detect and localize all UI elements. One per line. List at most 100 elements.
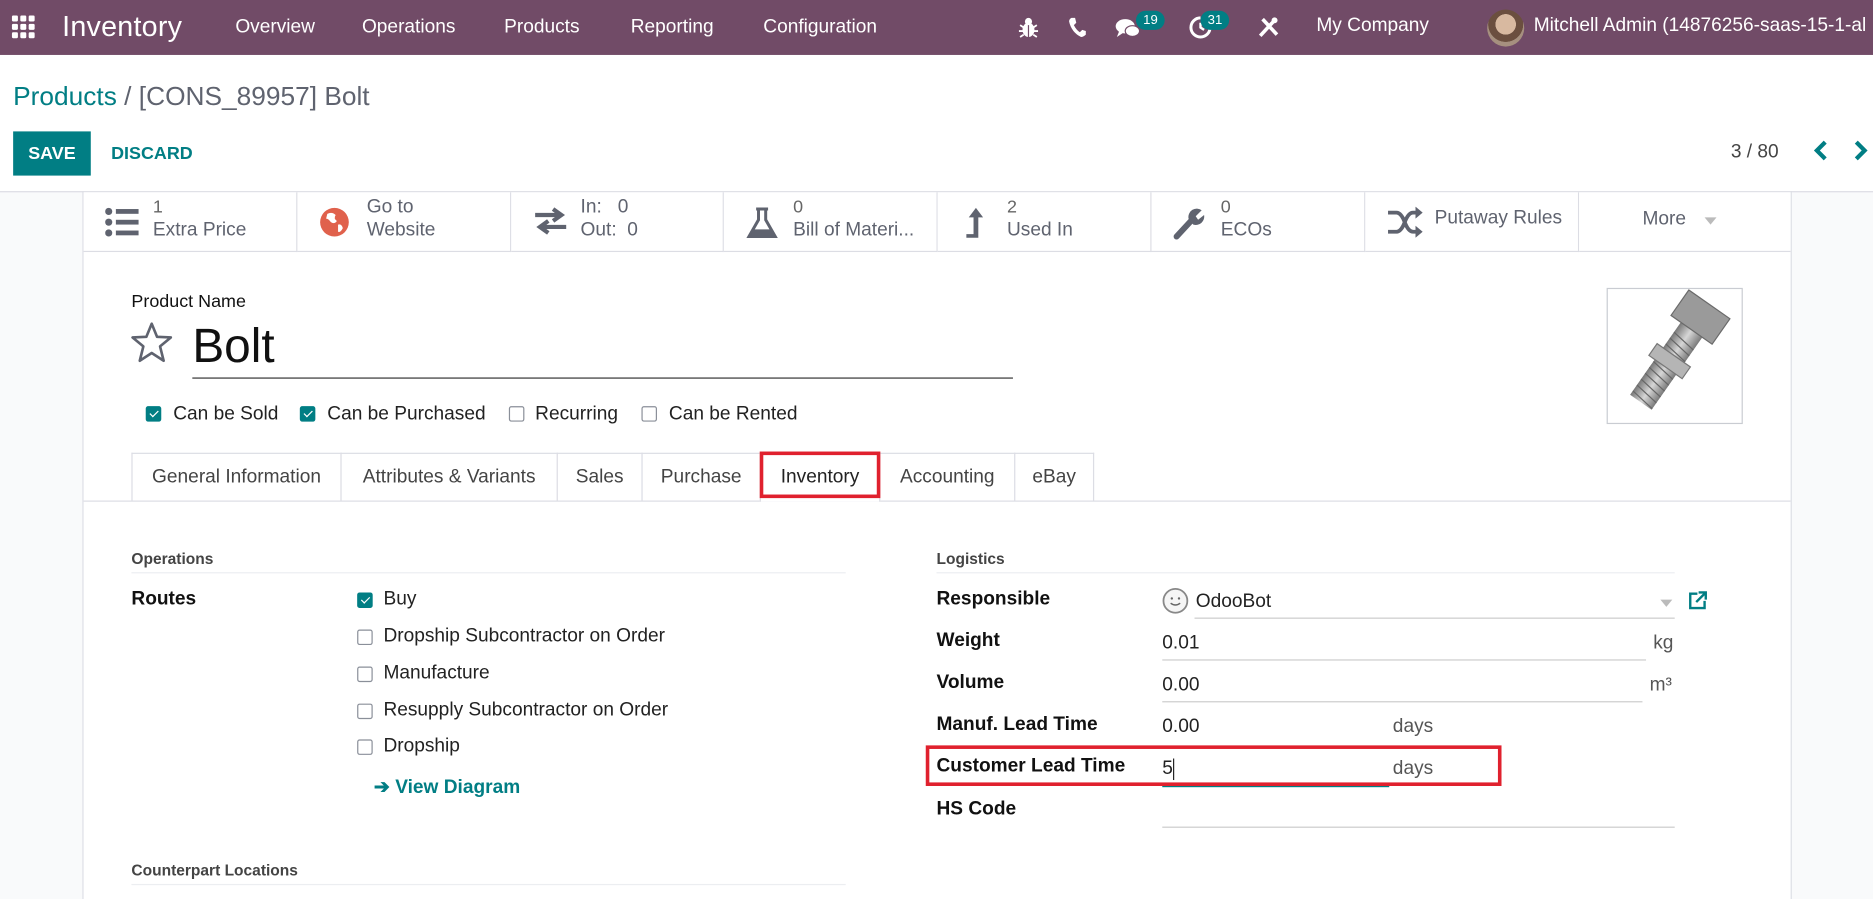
menu-products[interactable]: Products — [504, 17, 579, 39]
smart-button-label: Used In — [1006, 219, 1073, 241]
recurring-label: Recurring — [535, 403, 618, 425]
shuffle-icon — [1387, 206, 1423, 238]
smart-button-ecos[interactable]: 0 ECOs — [1151, 192, 1366, 253]
weight-label: Weight — [936, 630, 1000, 652]
smart-button-in-out[interactable]: In: 0 Out: 0 — [511, 192, 724, 253]
hs-code-input[interactable] — [1162, 802, 1674, 826]
list-icon — [105, 207, 141, 238]
weight-underline — [1162, 659, 1647, 661]
manuf-lead-time-unit: days — [1392, 716, 1434, 738]
page: Inventory Overview Operations Products R… — [0, 0, 1873, 899]
external-link-icon[interactable] — [1687, 590, 1709, 612]
can-be-rented-checkbox[interactable] — [641, 406, 657, 422]
breadcrumb-products-link[interactable]: Products — [13, 81, 117, 111]
caret-down-icon — [1704, 217, 1717, 225]
route-buy-checkbox[interactable] — [357, 592, 373, 609]
app-title[interactable]: Inventory — [62, 11, 182, 44]
smart-button-label: Bill of Materi... — [793, 219, 915, 241]
company-switcher[interactable]: My Company — [1316, 16, 1429, 38]
logistics-group-title: Logistics — [936, 549, 1005, 568]
tab-attributes-variants[interactable]: Attributes & Variants — [340, 452, 558, 501]
route-buy-label: Buy — [383, 588, 417, 610]
route-dropship-label: Dropship — [383, 735, 460, 757]
weight-unit: kg — [1653, 633, 1674, 654]
can-be-rented-label: Can be Rented — [668, 403, 798, 425]
smart-button-label: Putaway Rules — [1434, 207, 1563, 229]
tabs-divider — [83, 500, 1791, 502]
customer-lead-time-underline — [1162, 784, 1390, 788]
hs-code-underline — [1162, 826, 1675, 828]
route-manufacture-checkbox[interactable] — [357, 666, 373, 683]
tab-purchase[interactable]: Purchase — [641, 452, 761, 501]
product-name-input[interactable]: Bolt — [192, 318, 1013, 379]
menu-overview[interactable]: Overview — [235, 17, 315, 39]
divider — [131, 572, 846, 574]
smart-button-value: 0 — [1220, 197, 1231, 218]
customer-lead-time-input[interactable]: 5 — [1162, 758, 1175, 781]
pager-value[interactable]: 3 / 80 — [1731, 142, 1779, 164]
responsible-value[interactable]: OdooBot — [1196, 591, 1271, 613]
chevron-right-icon — [1854, 140, 1868, 161]
product-image[interactable] — [1606, 287, 1743, 425]
discard-button[interactable]: DISCARD — [111, 143, 193, 163]
responsible-dropdown-caret-icon[interactable] — [1660, 599, 1673, 607]
operations-group-title: Operations — [131, 549, 214, 568]
route-dropship-subcontractor-checkbox[interactable] — [357, 629, 373, 646]
smart-button-putaway-rules[interactable]: Putaway Rules — [1365, 192, 1580, 253]
menu-reporting[interactable]: Reporting — [631, 17, 714, 39]
counterpart-locations-title: Counterpart Locations — [131, 861, 298, 880]
divider — [936, 572, 1675, 574]
can-be-purchased-checkbox[interactable] — [299, 406, 316, 422]
favorite-star-icon[interactable] — [129, 320, 174, 365]
pager-next-button[interactable] — [1853, 140, 1870, 169]
volume-label: Volume — [936, 672, 1005, 693]
apps-menu-icon[interactable] — [11, 15, 38, 40]
can-be-purchased-label: Can be Purchased — [327, 403, 486, 425]
recurring-checkbox[interactable] — [508, 406, 525, 422]
route-resupply-subcontractor-checkbox[interactable] — [357, 703, 373, 720]
flask-icon — [745, 207, 781, 239]
user-avatar[interactable] — [1487, 9, 1525, 47]
bug-icon[interactable] — [1018, 16, 1040, 40]
save-button[interactable]: SAVE — [13, 131, 91, 176]
smart-button-more[interactable]: More — [1579, 192, 1791, 253]
can-be-sold-checkbox[interactable] — [145, 406, 162, 422]
smart-button-label: ECOs — [1220, 219, 1272, 241]
tools-icon[interactable] — [1258, 17, 1280, 39]
smart-button-extra-price[interactable]: 1 Extra Price — [83, 192, 298, 253]
customer-lead-time-unit: days — [1392, 758, 1434, 779]
volume-unit: m³ — [1649, 674, 1672, 696]
form-background-right — [1790, 191, 1873, 899]
user-menu[interactable]: Mitchell Admin (14876256-saas-15-1-al — [1534, 16, 1867, 38]
menu-configuration[interactable]: Configuration — [763, 17, 877, 39]
product-name-label: Product Name — [131, 291, 246, 312]
route-manufacture-label: Manufacture — [383, 662, 490, 684]
tab-sales[interactable]: Sales — [556, 452, 643, 501]
top-navbar: Inventory Overview Operations Products R… — [0, 0, 1873, 55]
smart-button-go-to-website[interactable]: Go to Website — [297, 192, 512, 253]
tab-accounting[interactable]: Accounting — [879, 452, 1016, 501]
tab-ebay[interactable]: eBay — [1014, 452, 1095, 501]
volume-input[interactable]: 0.00 — [1162, 675, 1199, 697]
manuf-lead-time-input[interactable]: 0.00 — [1162, 717, 1199, 739]
tab-general-information[interactable]: General Information — [131, 452, 342, 501]
phone-icon[interactable] — [1068, 17, 1087, 39]
routes-label: Routes — [131, 588, 197, 610]
pager-previous-button[interactable] — [1812, 140, 1829, 169]
tab-inventory[interactable]: Inventory — [759, 452, 881, 502]
route-dropship-checkbox[interactable] — [357, 739, 373, 755]
level-up-icon — [959, 207, 995, 238]
view-diagram-link[interactable]: ➔ View Diagram — [374, 775, 520, 799]
arrow-right-icon: ➔ — [373, 777, 390, 798]
responsible-underline — [1194, 617, 1675, 619]
smart-button-bill-of-materials[interactable]: 0 Bill of Materi... — [723, 192, 938, 253]
weight-input[interactable]: 0.01 — [1162, 633, 1199, 655]
smart-button-label: Extra Price — [152, 219, 247, 241]
responsible-label: Responsible — [936, 588, 1051, 610]
smart-button-value: Go to — [366, 197, 414, 218]
can-be-sold-label: Can be Sold — [173, 403, 279, 425]
menu-operations[interactable]: Operations — [362, 17, 455, 39]
breadcrumb-current: [CONS_89957] Bolt — [138, 81, 370, 112]
smart-button-used-in[interactable]: 2 Used In — [937, 192, 1152, 253]
smart-button-value: 1 — [152, 197, 163, 218]
